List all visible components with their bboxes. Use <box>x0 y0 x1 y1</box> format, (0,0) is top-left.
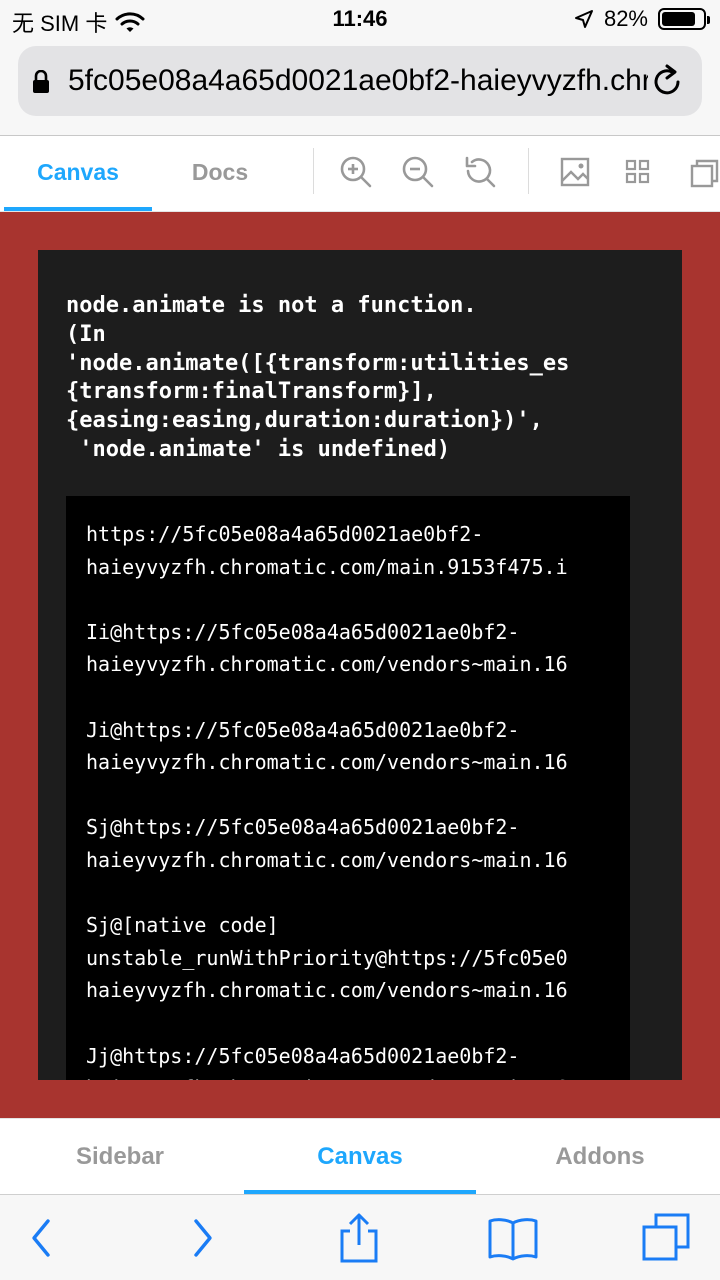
bookmarks-icon[interactable] <box>486 1211 540 1265</box>
background-icon[interactable] <box>558 154 594 190</box>
forward-icon[interactable] <box>176 1211 230 1265</box>
stack-trace-panel[interactable]: https://5fc05e08a4a65d0021ae0bf2- haieyv… <box>66 496 630 1080</box>
zoom-in-icon[interactable] <box>338 154 374 190</box>
nav-sidebar-label: Sidebar <box>75 1143 165 1170</box>
url-text[interactable]: 5fc05e08a4a65d0021ae0bf2-haieyvyzfh.chro… <box>68 64 648 98</box>
safari-address-area: 5fc05e08a4a65d0021ae0bf2-haieyvyzfh.chro… <box>0 40 720 136</box>
battery-level-fill <box>662 12 695 26</box>
back-icon[interactable] <box>14 1211 68 1265</box>
toolbar-divider <box>313 148 314 194</box>
zoom-reset-icon[interactable] <box>462 154 498 190</box>
storybook-toolbar: Canvas Docs <box>0 136 720 212</box>
address-bar[interactable]: 5fc05e08a4a65d0021ae0bf2-haieyvyzfh.chro… <box>18 46 702 116</box>
lock-icon <box>33 70 49 93</box>
tab-docs-label: Docs <box>191 159 249 185</box>
nav-canvas[interactable]: Canvas <box>240 1119 480 1195</box>
share-icon[interactable] <box>332 1211 386 1265</box>
storybook-bottom-nav: Sidebar Canvas Addons <box>0 1118 720 1194</box>
storybook-canvas: node.animate is not a function. (In 'nod… <box>0 212 720 1118</box>
active-tab-indicator <box>4 207 152 211</box>
nav-sidebar[interactable]: Sidebar <box>0 1119 240 1195</box>
nav-canvas-label: Canvas <box>317 1143 403 1170</box>
tab-canvas[interactable]: Canvas <box>4 136 152 211</box>
zoom-out-icon[interactable] <box>400 154 436 190</box>
tab-docs[interactable]: Docs <box>152 136 288 211</box>
stack-trace: https://5fc05e08a4a65d0021ae0bf2- haieyv… <box>86 522 568 1080</box>
status-bar: 无 SIM 卡 11:46 82% <box>0 0 720 40</box>
viewport-icon[interactable] <box>686 154 720 190</box>
nav-addons[interactable]: Addons <box>480 1119 720 1195</box>
tab-canvas-label: Canvas <box>37 159 119 185</box>
tabs-icon[interactable] <box>640 1211 694 1265</box>
safari-toolbar <box>0 1194 720 1280</box>
error-overlay: node.animate is not a function. (In 'nod… <box>38 250 682 1080</box>
battery-icon <box>658 8 710 30</box>
location-arrow-icon <box>574 10 593 28</box>
battery-percent: 82% <box>603 6 648 31</box>
error-message: node.animate is not a function. (In 'nod… <box>66 293 570 462</box>
nav-addons-label: Addons <box>555 1143 645 1170</box>
status-right: 82% <box>574 6 710 32</box>
reload-icon[interactable] <box>648 62 686 100</box>
toolbar-divider <box>528 148 529 194</box>
grid-icon[interactable] <box>620 154 656 190</box>
